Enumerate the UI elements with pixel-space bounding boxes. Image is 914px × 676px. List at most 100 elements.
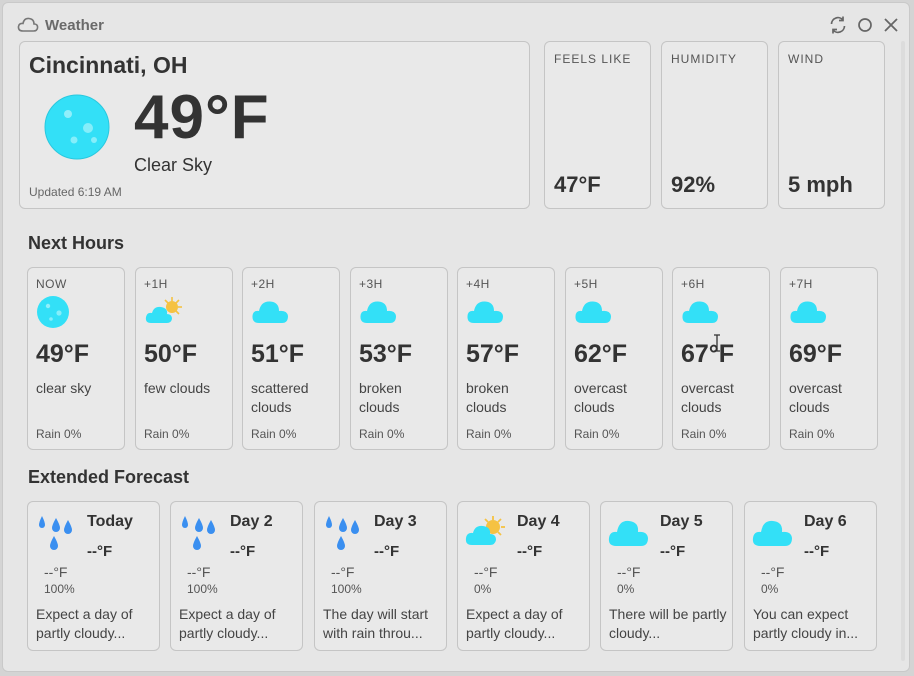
day-high: --°F (517, 543, 543, 560)
day-card: Day 6 --°F --°F 0% You can expect partly… (744, 501, 877, 651)
hour-description: overcast clouds (789, 380, 842, 415)
cloud-icon (574, 295, 614, 330)
day-card: Day 2 --°F --°F 100% Expect a day of par… (170, 501, 303, 651)
day-name: Today (87, 513, 133, 530)
day-card: Day 3 --°F --°F 100% The day will start … (314, 501, 447, 651)
close-button[interactable] (881, 15, 901, 35)
day-summary: You can expect partly cloudy in... (753, 606, 859, 641)
day-low: --°F (761, 564, 785, 580)
hour-card: +1H 50°F few clouds Rain 0% (135, 267, 233, 450)
day-name: Day 2 (230, 513, 273, 530)
hour-rain-chance: Rain 0% (251, 427, 297, 441)
day-high: --°F (804, 543, 830, 560)
day-high: --°F (230, 543, 256, 560)
hour-card: +2H 51°F scattered clouds Rain 0% (242, 267, 340, 450)
hour-card: +5H 62°F overcast clouds Rain 0% (565, 267, 663, 450)
current-conditions-card: Cincinnati, OH 49°F Clear Sky Updated 6:… (19, 41, 530, 209)
hour-label: +7H (789, 277, 813, 291)
hour-temperature: 50°F (144, 340, 198, 368)
day-precip-chance: 100% (187, 582, 218, 596)
wind-card: WIND 5 mph (778, 41, 885, 209)
hour-description: scattered clouds (251, 380, 309, 415)
day-summary: The day will start with rain throu... (323, 606, 429, 641)
cloud-icon (681, 295, 721, 330)
hour-card: +3H 53°F broken clouds Rain 0% (350, 267, 448, 450)
refresh-button[interactable] (828, 15, 848, 35)
hour-rain-chance: Rain 0% (574, 427, 620, 441)
current-temperature: 49°F (134, 83, 270, 152)
text-cursor-icon (712, 334, 722, 357)
hour-label: +3H (359, 277, 383, 291)
app-title: Weather (45, 17, 104, 34)
hour-card: NOW 49°F clear sky Rain 0% (27, 267, 125, 450)
hour-label: +2H (251, 277, 275, 291)
day-precip-chance: 0% (474, 582, 492, 596)
feels-like-card: FEELS LIKE 47°F (544, 41, 651, 209)
hour-rain-chance: Rain 0% (466, 427, 512, 441)
day-low: --°F (44, 564, 68, 580)
cloud-icon (789, 295, 829, 330)
updated-time: Updated 6:19 AM (29, 185, 122, 199)
hour-label: +6H (681, 277, 705, 291)
cloud-icon (359, 295, 399, 330)
day-low: --°F (187, 564, 211, 580)
day-name: Day 4 (517, 513, 560, 530)
partly-cloudy-icon (144, 295, 186, 332)
hour-card: +4H 57°F broken clouds Rain 0% (457, 267, 555, 450)
hour-description: broken clouds (359, 380, 402, 415)
day-precip-chance: 0% (617, 582, 635, 596)
moon-icon (36, 295, 70, 334)
hour-label: +1H (144, 277, 168, 291)
day-card: Today --°F --°F 100% Expect a day of par… (27, 501, 160, 651)
day-low: --°F (474, 564, 498, 580)
partly-cloudy-icon (464, 510, 508, 555)
hour-temperature: 62°F (574, 340, 628, 368)
hour-rain-chance: Rain 0% (681, 427, 727, 441)
rain-icon (34, 510, 78, 559)
hour-rain-chance: Rain 0% (359, 427, 405, 441)
day-name: Day 6 (804, 513, 847, 530)
hour-temperature: 49°F (36, 340, 90, 368)
maximize-button[interactable] (855, 15, 875, 35)
current-description: Clear Sky (134, 155, 213, 175)
day-card: Day 5 --°F --°F 0% There will be partly … (600, 501, 733, 651)
weather-window: Weather Cincinnati, OH 49°F Clear Sky Up… (2, 2, 910, 672)
day-high: --°F (87, 543, 113, 560)
day-summary: There will be partly cloudy... (609, 606, 727, 641)
scrollbar-track[interactable] (901, 41, 905, 661)
hour-label: +4H (466, 277, 490, 291)
day-card: Day 4 --°F --°F 0% Expect a day of partl… (457, 501, 590, 651)
hour-rain-chance: Rain 0% (36, 427, 82, 441)
hour-rain-chance: Rain 0% (789, 427, 835, 441)
rain-icon (321, 510, 365, 559)
hour-description: few clouds (144, 380, 211, 396)
wind-value: 5 mph (788, 172, 853, 197)
hour-temperature: 67°F (681, 340, 735, 368)
feels-like-label: FEELS LIKE (554, 52, 632, 66)
hour-description: broken clouds (466, 380, 509, 415)
next-hours-heading: Next Hours (28, 233, 125, 253)
hour-description: overcast clouds (574, 380, 627, 415)
day-high: --°F (374, 543, 400, 560)
cloud-outline-icon (17, 16, 39, 39)
cloud-icon (607, 510, 651, 555)
day-high: --°F (660, 543, 686, 560)
day-low: --°F (331, 564, 355, 580)
day-summary: Expect a day of partly cloudy... (36, 606, 133, 641)
hour-temperature: 69°F (789, 340, 843, 368)
extended-forecast-heading: Extended Forecast (28, 467, 190, 487)
hour-temperature: 51°F (251, 340, 305, 368)
moon-icon (44, 94, 110, 165)
hour-rain-chance: Rain 0% (144, 427, 190, 441)
day-low: --°F (617, 564, 641, 580)
vertical-scrollbar[interactable] (900, 41, 906, 661)
humidity-value: 92% (671, 172, 716, 197)
day-precip-chance: 0% (761, 582, 779, 596)
cloud-icon (751, 510, 795, 555)
hour-label: +5H (574, 277, 598, 291)
hour-description: overcast clouds (681, 380, 734, 415)
humidity-label: HUMIDITY (671, 52, 737, 66)
humidity-card: HUMIDITY 92% (661, 41, 768, 209)
hour-card: +7H 69°F overcast clouds Rain 0% (780, 267, 878, 450)
cloud-icon (466, 295, 506, 330)
